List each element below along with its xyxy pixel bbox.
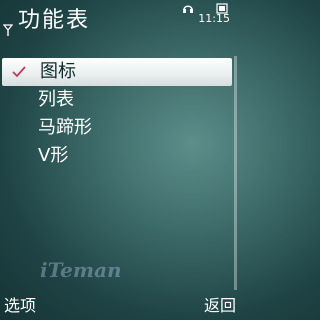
watermark: iTeman	[40, 258, 122, 282]
header: 功能表 11:15	[0, 0, 240, 36]
menu-item-label: 列表	[38, 89, 74, 110]
options-softkey[interactable]: 选项	[4, 292, 36, 316]
signal-icon	[3, 24, 13, 36]
menu-item-label: 马蹄形	[38, 117, 92, 138]
menu-item-v-shape[interactable]: V形	[0, 142, 232, 170]
scrollbar[interactable]	[234, 56, 237, 290]
menu-item-list[interactable]: 列表	[0, 86, 232, 114]
clock: 11:15	[198, 12, 230, 25]
back-softkey[interactable]: 返回	[204, 292, 236, 316]
menu-item-label: 图标	[40, 61, 76, 82]
menu-item-horseshoe[interactable]: 马蹄形	[0, 114, 232, 142]
page-title: 功能表	[18, 8, 91, 33]
menu-list: 图标 列表 马蹄形 V形	[0, 58, 232, 170]
headset-icon	[183, 5, 193, 13]
menu-item-label: V形	[38, 145, 69, 166]
check-icon	[12, 66, 26, 78]
menu-item-icons[interactable]: 图标	[2, 58, 232, 86]
